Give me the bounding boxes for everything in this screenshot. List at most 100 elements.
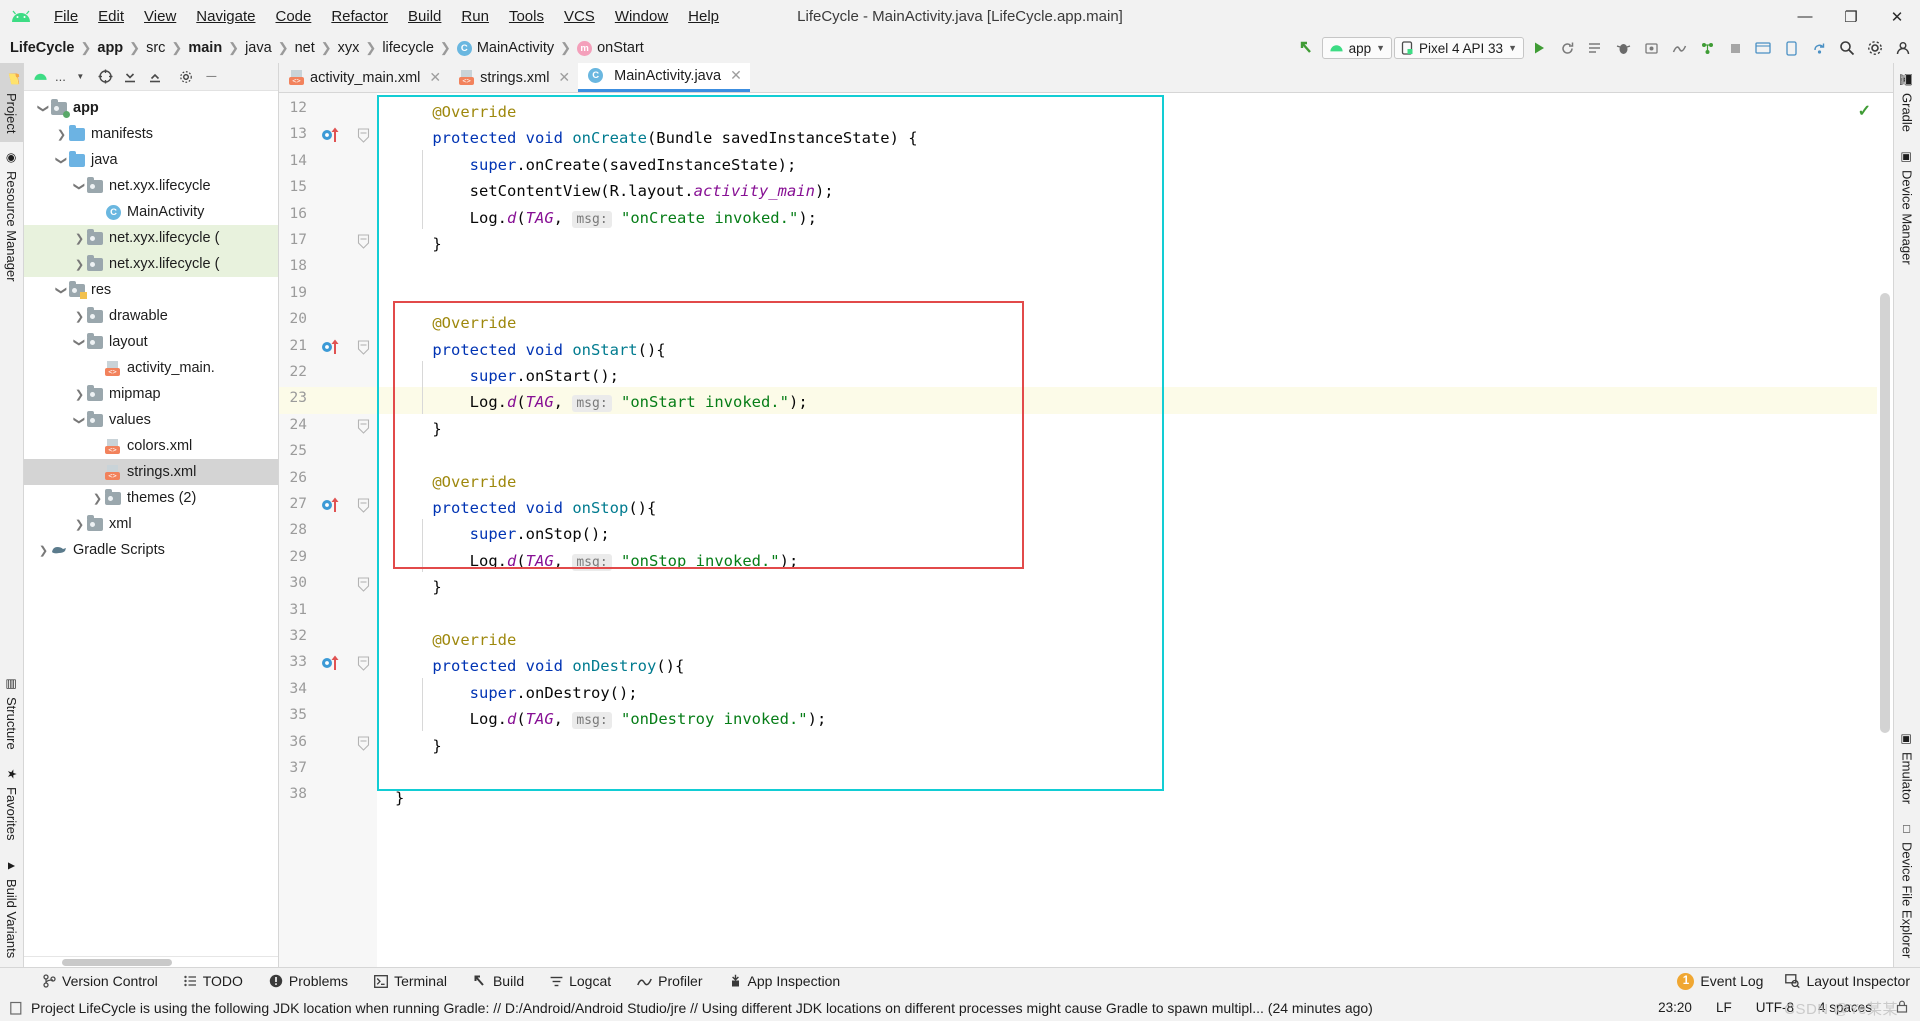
- status-logcat[interactable]: Logcat: [537, 973, 624, 989]
- chevron-right-icon[interactable]: ❯: [36, 544, 51, 557]
- expand-all-icon[interactable]: [120, 66, 141, 87]
- tree-item[interactable]: ❯ net.xyx.lifecycle (: [24, 225, 278, 251]
- project-tree[interactable]: ❯ app ❯ manifests ❯ java ❯ net.xyx.lifecycle C Ma…: [24, 91, 278, 956]
- code-line[interactable]: Log.d(TAG, msg: "onStop invoked.");: [395, 548, 798, 576]
- tree-item[interactable]: ❯ drawable: [24, 303, 278, 329]
- tree-item[interactable]: <> activity_main.: [24, 355, 278, 381]
- sidebar-item-project[interactable]: 📁 Project: [0, 63, 23, 143]
- menu-help[interactable]: Help: [678, 5, 729, 28]
- build-hammer-icon[interactable]: [1294, 35, 1320, 61]
- tree-item[interactable]: ❯ app: [24, 95, 278, 121]
- maximize-button[interactable]: ❐: [1828, 0, 1874, 33]
- code-line[interactable]: @Override: [395, 99, 516, 125]
- close-icon[interactable]: ✕: [429, 69, 441, 86]
- code-line[interactable]: @Override: [395, 310, 516, 336]
- code-fold-marker[interactable]: [357, 577, 370, 597]
- code-content[interactable]: @Override protected void onCreate(Bundle…: [377, 93, 1893, 967]
- chevron-right-icon[interactable]: ❯: [72, 232, 87, 245]
- chevron-right-icon[interactable]: ❯: [72, 310, 87, 323]
- sdk-manager-icon[interactable]: [1750, 35, 1776, 61]
- code-fold-marker[interactable]: [357, 128, 370, 148]
- code-fold-marker[interactable]: [357, 419, 370, 439]
- code-line[interactable]: }: [395, 231, 441, 257]
- minimize-button[interactable]: —: [1782, 0, 1828, 33]
- rerun-icon[interactable]: [1554, 35, 1580, 61]
- code-line[interactable]: super.onStop();: [395, 521, 610, 547]
- chevron-right-icon[interactable]: ❯: [90, 492, 105, 505]
- breadcrumb-onstart[interactable]: m onStart: [577, 40, 644, 56]
- project-horizontal-scrollbar[interactable]: [24, 956, 278, 967]
- code-fold-marker[interactable]: [357, 656, 370, 676]
- code-editor[interactable]: 12 13 14 15 16 17 18 19 20 21 22 23 24 25 26 27 28 29 30 31…: [279, 93, 1893, 967]
- tree-item[interactable]: ❯ layout: [24, 329, 278, 355]
- tree-item[interactable]: ❯ java: [24, 147, 278, 173]
- code-line[interactable]: setContentView(R.layout.activity_main);: [395, 178, 834, 204]
- hide-panel-icon[interactable]: —: [201, 66, 222, 87]
- tree-item[interactable]: <> strings.xml: [24, 459, 278, 485]
- sidebar-item-device-manager[interactable]: ▣ Device Manager: [1894, 141, 1920, 274]
- code-line[interactable]: }: [395, 416, 441, 442]
- chevron-down-icon[interactable]: ❯: [55, 153, 68, 168]
- status-layout-inspector[interactable]: Layout Inspector: [1785, 973, 1910, 989]
- code-line[interactable]: }: [395, 733, 441, 759]
- code-line[interactable]: Log.d(TAG, msg: "onStart invoked.");: [395, 389, 808, 417]
- tree-item[interactable]: ❯ net.xyx.lifecycle (: [24, 251, 278, 277]
- stop-button[interactable]: [1722, 35, 1748, 61]
- editor-gutter[interactable]: 12 13 14 15 16 17 18 19 20 21 22 23 24 25 26 27 28 29 30 31…: [279, 93, 640, 967]
- code-line[interactable]: }: [395, 785, 404, 811]
- sync-gradle-icon[interactable]: [1806, 35, 1832, 61]
- run-configuration-selector[interactable]: app ▼: [1321, 37, 1393, 59]
- tree-item[interactable]: ❯ res: [24, 277, 278, 303]
- avd-manager-icon[interactable]: [1778, 35, 1804, 61]
- sidebar-item-device-file-explorer[interactable]: □ Device File Explorer: [1894, 813, 1920, 967]
- chevron-right-icon[interactable]: ❯: [72, 518, 87, 531]
- inspection-check-icon[interactable]: ✓: [1858, 101, 1871, 121]
- override-method-marker-icon[interactable]: [321, 654, 343, 675]
- tree-item[interactable]: ❯ mipmap: [24, 381, 278, 407]
- sidebar-item-favorites[interactable]: ★ Favorites: [0, 758, 23, 849]
- scroll-from-source-icon[interactable]: [95, 66, 116, 87]
- project-view-label[interactable]: ...: [55, 66, 66, 87]
- override-method-marker-icon[interactable]: [321, 496, 343, 517]
- code-line[interactable]: super.onDestroy();: [395, 680, 638, 706]
- breadcrumb-xyx[interactable]: xyx: [338, 40, 360, 56]
- sidebar-item-resource-manager[interactable]: ◉ Resource Manager: [0, 142, 23, 291]
- chevron-down-icon[interactable]: ▼: [70, 66, 91, 87]
- code-line[interactable]: protected void onStart(){: [395, 337, 665, 363]
- menu-tools[interactable]: Tools: [499, 5, 554, 28]
- status-build[interactable]: Build: [460, 973, 537, 989]
- code-fold-marker[interactable]: [357, 736, 370, 756]
- code-line[interactable]: @Override: [395, 627, 516, 653]
- status-todo[interactable]: TODO: [171, 973, 256, 989]
- chevron-right-icon[interactable]: ❯: [54, 128, 69, 141]
- status-profiler[interactable]: Profiler: [624, 973, 715, 989]
- sidebar-item-gradle[interactable]: 🖥 Gradle: [1894, 63, 1920, 141]
- tree-item[interactable]: ❯ themes (2): [24, 485, 278, 511]
- caret-position[interactable]: 23:20: [1658, 1000, 1692, 1015]
- status-app-inspection[interactable]: App Inspection: [716, 973, 854, 989]
- status-terminal[interactable]: Terminal: [361, 973, 460, 989]
- user-account-icon[interactable]: [1890, 35, 1916, 61]
- menu-window[interactable]: Window: [605, 5, 678, 28]
- device-explorer-toolbar-icon[interactable]: [1694, 35, 1720, 61]
- code-line[interactable]: @Override: [395, 469, 516, 495]
- override-method-marker-icon[interactable]: [321, 126, 343, 147]
- breadcrumb-lifecycle-pkg[interactable]: lifecycle: [382, 40, 434, 56]
- code-line[interactable]: protected void onDestroy(){: [395, 653, 684, 679]
- collapse-all-icon[interactable]: [145, 66, 166, 87]
- device-selector[interactable]: Pixel 4 API 33 ▼: [1394, 37, 1524, 59]
- editor-vertical-scrollbar[interactable]: [1877, 93, 1893, 967]
- tree-item[interactable]: ❯ values: [24, 407, 278, 433]
- apply-changes-icon[interactable]: [1582, 35, 1608, 61]
- menu-file[interactable]: File: [44, 5, 88, 28]
- code-fold-marker[interactable]: [357, 234, 370, 254]
- menu-view[interactable]: View: [134, 5, 186, 28]
- status-message-text[interactable]: Project LifeCycle is using the following…: [31, 1000, 1373, 1016]
- chevron-right-icon[interactable]: ❯: [72, 388, 87, 401]
- close-icon[interactable]: ✕: [730, 67, 742, 84]
- menu-vcs[interactable]: VCS: [554, 5, 605, 28]
- menu-refactor[interactable]: Refactor: [321, 5, 398, 28]
- run-button[interactable]: [1526, 35, 1552, 61]
- tab-strings-xml[interactable]: <> strings.xml ✕: [449, 63, 578, 92]
- menu-navigate[interactable]: Navigate: [186, 5, 265, 28]
